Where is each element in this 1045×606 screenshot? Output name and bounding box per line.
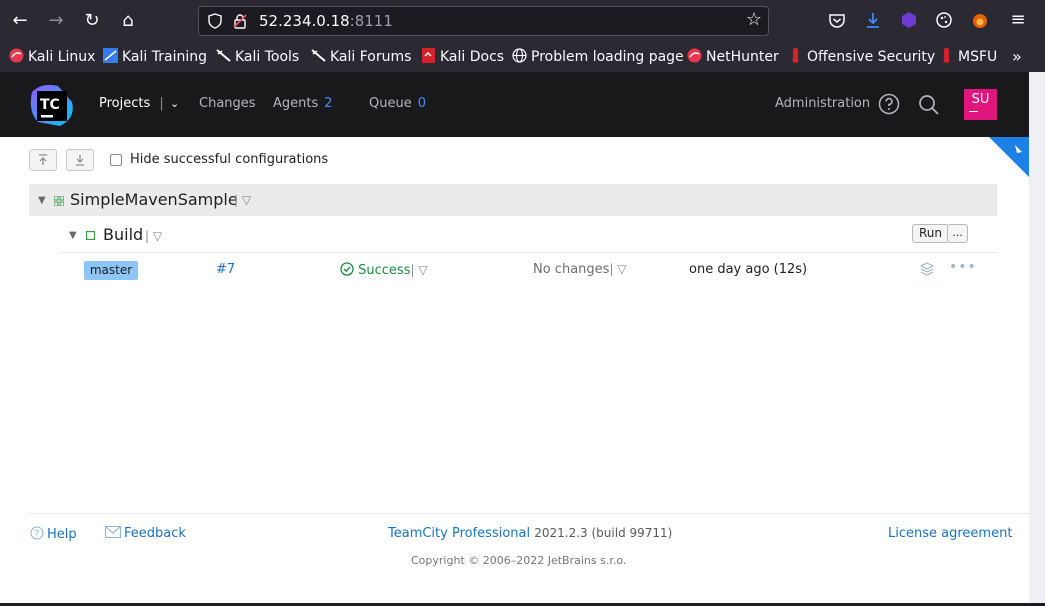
cookie-icon[interactable] (935, 11, 953, 29)
projects-separator: | (159, 96, 164, 111)
bookmark-kali-docs[interactable]: Kali Docs (421, 47, 504, 67)
bookmarks-bar: Kali Linux Kali Training Kali Tools Kali… (0, 42, 1045, 72)
success-check-icon (340, 262, 354, 276)
build-configuration-row: ▼ Build | ▽ Run ... (60, 220, 997, 253)
help-circle-icon[interactable] (878, 93, 900, 115)
bookmarks-overflow-chevron-icon[interactable]: » (1012, 47, 1022, 67)
branch-badge[interactable]: master (84, 261, 138, 280)
build-time: one day ago (12s) (689, 262, 808, 277)
page-scrollbar[interactable] (1029, 72, 1045, 606)
back-arrow-icon[interactable]: ← (8, 9, 32, 33)
teamcity-professional-link[interactable]: TeamCity Professional (388, 526, 530, 541)
envelope-icon (104, 525, 122, 539)
project-row: ▼ SimpleMavenSample | ▽ (29, 184, 997, 216)
kali-docs-icon (422, 48, 435, 63)
kali-dragon-icon (9, 48, 24, 63)
help-link[interactable]: ? Help (30, 526, 77, 542)
bookmark-kali-linux[interactable]: Kali Linux (9, 47, 95, 67)
project-name-link[interactable]: SimpleMavenSample (70, 190, 238, 209)
changes-link[interactable]: Changes (199, 96, 256, 111)
bookmark-msfu[interactable]: MSFU (939, 47, 997, 67)
queue-count: 0 (417, 96, 426, 111)
url-bar[interactable]: 52.234.0.18:8111 ☆ (198, 6, 769, 36)
build-number-link[interactable]: #7 (216, 262, 235, 277)
avatar-initials: SU (971, 92, 990, 107)
hide-successful-label: Hide successful configurations (130, 152, 329, 167)
bookmark-kali-forums[interactable]: Kali Forums (311, 47, 411, 67)
whats-new-corner-badge[interactable] (989, 137, 1029, 177)
fox-extension-icon[interactable] (971, 11, 989, 29)
build-name-link[interactable]: Build (103, 225, 143, 244)
copyright-text: Copyright © 2006–2022 JetBrains s.r.o. (411, 554, 627, 567)
url-text[interactable]: 52.234.0.18:8111 (259, 12, 393, 30)
bookmark-offensive-security[interactable]: Offensive Security (788, 47, 935, 67)
more-actions-icon[interactable]: ••• (949, 259, 977, 275)
offsec-icon (792, 48, 799, 63)
kali-forums-icon (311, 49, 326, 62)
footer-divider (29, 513, 1029, 514)
teamcity-header: TC Projects | ⌄ Changes Agents 2 Queue 0 A… (0, 72, 1029, 137)
project-collapse-triangle-icon[interactable]: ▼ (38, 195, 46, 206)
build-status[interactable]: Success| ▽ (340, 262, 428, 278)
build-actions-dropdown[interactable]: | ▽ (145, 229, 162, 243)
help-icon: ? (30, 526, 44, 540)
svg-text:TC: TC (40, 97, 60, 113)
main-content: Hide successful configurations ▼ SimpleM… (0, 137, 1029, 603)
avatar[interactable]: SU (964, 89, 997, 120)
home-icon[interactable]: ⌂ (116, 9, 140, 33)
product-version: TeamCity Professional 2021.2.3 (build 99… (388, 526, 672, 541)
pocket-icon[interactable] (828, 12, 846, 30)
feedback-link[interactable]: Feedback (104, 525, 186, 541)
browser-toolbar: ← → ↻ ⌂ 52.234.0.18:8111 ☆ ≡ (0, 0, 1045, 42)
svg-text:?: ? (35, 530, 40, 540)
run-options-button[interactable]: ... (947, 224, 968, 243)
status-dropdown[interactable]: | ▽ (410, 263, 427, 277)
search-icon[interactable] (918, 94, 940, 116)
hamburger-menu-icon[interactable]: ≡ (1006, 8, 1030, 32)
project-actions-dropdown[interactable]: | ▽ (234, 193, 251, 207)
collapse-arrow-icon (39, 154, 47, 165)
forward-arrow-icon[interactable]: → (44, 9, 68, 33)
teamcity-logo[interactable]: TC (28, 82, 76, 130)
reload-icon[interactable]: ↻ (80, 9, 104, 33)
msfu-icon (943, 48, 950, 63)
build-status-text: Success (358, 263, 411, 278)
changes-cell[interactable]: No changes| ▽ (533, 262, 627, 277)
build-collapse-triangle-icon[interactable]: ▼ (69, 230, 77, 241)
nethunter-icon (687, 48, 702, 63)
avatar-underline (969, 111, 978, 112)
bookmark-star-icon[interactable]: ☆ (746, 9, 762, 30)
kali-tools-icon (216, 49, 231, 62)
insecure-lock-icon[interactable] (232, 13, 248, 29)
layers-icon[interactable] (919, 261, 935, 277)
shield-icon (208, 13, 222, 29)
download-icon[interactable] (864, 11, 882, 29)
expand-arrow-icon (76, 155, 84, 166)
hide-successful-checkbox[interactable] (110, 154, 122, 166)
globe-icon (512, 48, 527, 63)
version-text: 2021.2.3 (build 99711) (534, 526, 673, 540)
changes-text: No changes (533, 262, 610, 277)
agents-count: 2 (324, 96, 333, 111)
agents-link[interactable]: Agents 2 (273, 96, 333, 111)
run-button[interactable]: Run (912, 224, 949, 243)
queue-link[interactable]: Queue 0 (369, 96, 426, 111)
kali-training-icon (103, 48, 118, 63)
project-grid-icon (54, 196, 64, 206)
bookmark-problem-loading[interactable]: Problem loading page (512, 47, 684, 67)
administration-link[interactable]: Administration (775, 96, 870, 111)
projects-menu[interactable]: Projects | ⌄ (99, 96, 179, 111)
collapse-all-button[interactable] (29, 149, 57, 171)
changes-dropdown[interactable]: | ▽ (609, 262, 626, 276)
bookmark-nethunter[interactable]: NetHunter (687, 47, 779, 67)
license-agreement-link[interactable]: License agreement (888, 526, 1012, 541)
build-config-square-icon (86, 231, 95, 240)
expand-all-button[interactable] (66, 149, 94, 171)
chevron-down-icon[interactable]: ⌄ (170, 97, 179, 110)
bookmark-kali-tools[interactable]: Kali Tools (216, 47, 299, 67)
extension-hexagon-icon[interactable] (900, 11, 918, 29)
bookmark-kali-training[interactable]: Kali Training (103, 47, 207, 67)
